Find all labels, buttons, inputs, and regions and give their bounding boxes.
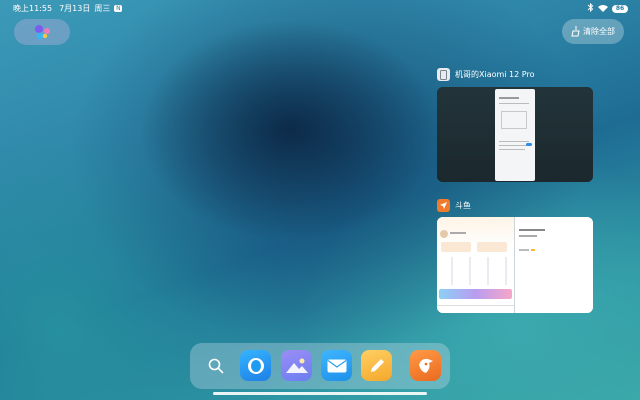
notification-badge: N: [114, 5, 123, 12]
dock-gallery-button[interactable]: [281, 350, 312, 381]
bluetooth-icon: [587, 2, 594, 14]
status-date: 7月13日: [59, 4, 91, 13]
gallery-icon: [285, 358, 308, 373]
dock: [190, 343, 450, 389]
phone-screen-preview: [495, 89, 535, 181]
browser-icon: [247, 357, 264, 374]
recent-app-thumbnail[interactable]: [437, 87, 593, 182]
home-indicator[interactable]: [213, 392, 427, 395]
dock-browser-button[interactable]: [240, 350, 271, 381]
dock-search-button[interactable]: [200, 350, 231, 381]
douyu-icon: [437, 199, 450, 212]
broom-icon: [571, 26, 580, 37]
dock-notes-button[interactable]: [361, 350, 392, 381]
douyu-right-pane: [516, 217, 593, 313]
clear-all-label: 清除全部: [583, 27, 615, 36]
status-weekday: 周三: [94, 4, 111, 13]
status-time: 晚上11:55: [13, 4, 53, 13]
douyu-icon: [418, 358, 433, 373]
wifi-icon: [598, 4, 608, 14]
recent-app-thumbnail[interactable]: [437, 217, 593, 313]
notes-icon: [370, 358, 384, 372]
assistant-dots-icon: [35, 25, 50, 40]
recent-card-title: 机哥的Xiaomi 12 Pro: [455, 70, 535, 79]
dock-mail-button[interactable]: [321, 350, 352, 381]
recent-card-title: 斗鱼: [455, 201, 471, 210]
assistant-button[interactable]: [14, 19, 70, 45]
mail-icon: [327, 359, 346, 372]
douyu-left-pane: [437, 217, 514, 313]
battery-icon: 86: [612, 4, 628, 13]
recent-card-header: 斗鱼: [437, 199, 471, 212]
status-bar: 晚上11:55 7月13日 周三 N 86: [0, 0, 640, 16]
clear-all-button[interactable]: 清除全部: [562, 19, 624, 44]
phone-icon: [437, 68, 450, 81]
status-left: 晚上11:55 7月13日 周三 N: [13, 3, 123, 14]
dock-douyu-button[interactable]: [410, 350, 441, 381]
search-icon: [208, 358, 223, 373]
status-right: 86: [587, 2, 628, 14]
recent-card-header: 机哥的Xiaomi 12 Pro: [437, 68, 534, 81]
